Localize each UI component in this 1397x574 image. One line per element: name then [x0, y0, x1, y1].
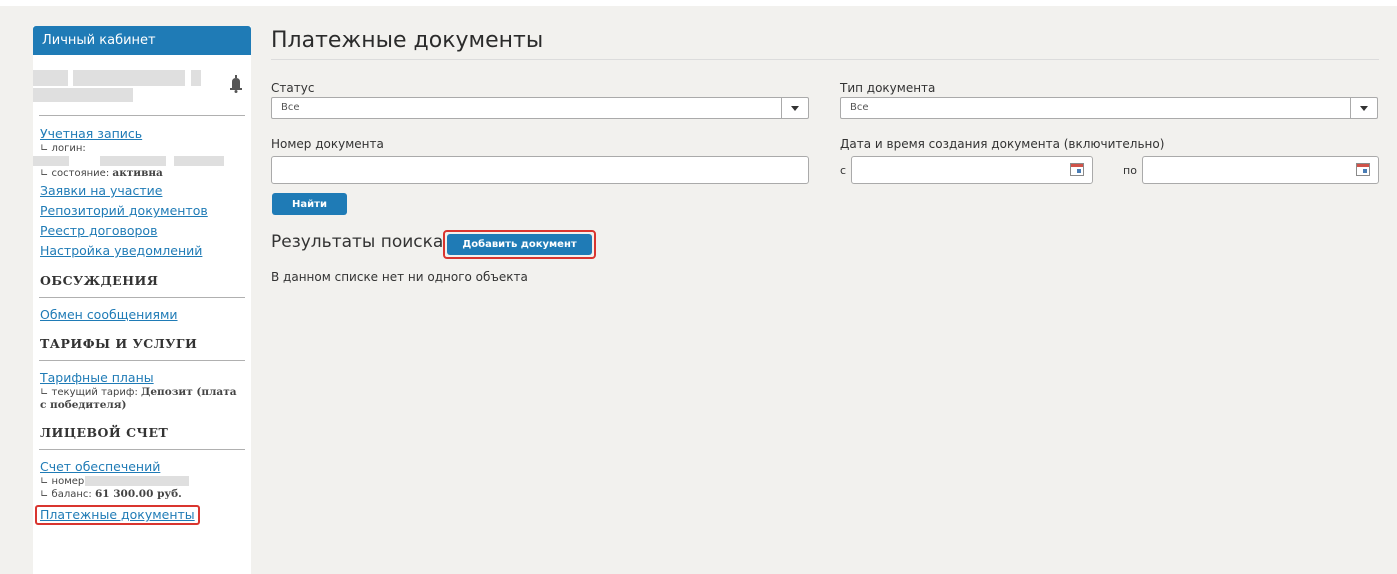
redacted-login — [33, 155, 245, 167]
state-label: ∟ состояние: — [40, 168, 110, 179]
redacted-username — [33, 88, 51, 102]
sidebar-item-applications[interactable]: Заявки на участие — [40, 183, 245, 199]
section-account: ЛИЦЕВОЙ СЧЕТ — [40, 425, 169, 440]
search-button[interactable]: Найти — [272, 193, 347, 215]
sidebar-item-messages[interactable]: Обмен сообщениями — [40, 307, 245, 323]
calendar-icon[interactable] — [1070, 163, 1084, 176]
number-line: ∟ номер: — [40, 475, 245, 488]
main-content: Платежные документы Статус Все Тип докум… — [271, 26, 1379, 284]
balance-line: ∟ баланс: 61 300.00 руб. — [40, 488, 245, 501]
chevron-down-icon[interactable] — [1350, 98, 1377, 118]
status-select-value: Все — [281, 102, 300, 113]
redacted-username — [33, 70, 68, 86]
sidebar-header: Личный кабинет — [33, 26, 251, 55]
bell-icon[interactable] — [230, 75, 242, 93]
current-tariff-line: ∟ текущий тариф: Депозит (плата с победи… — [40, 386, 246, 412]
redacted-username — [191, 70, 201, 86]
title-divider — [271, 59, 1379, 60]
doc-number-label: Номер документа — [271, 137, 384, 151]
section-tariffs: ТАРИФЫ И УСЛУГИ — [40, 336, 198, 351]
redacted-number — [85, 476, 189, 486]
state-value: активна — [112, 167, 163, 179]
page-title: Платежные документы — [271, 28, 544, 53]
number-label: ∟ номер: — [40, 476, 88, 487]
section-discussions: ОБСУЖДЕНИЯ — [40, 273, 159, 288]
date-range-label: Дата и время создания документа (включит… — [840, 137, 1165, 151]
redacted-username — [73, 70, 185, 86]
login-label: ∟ логин: — [40, 143, 86, 154]
date-from-input[interactable] — [851, 156, 1093, 184]
empty-list-message: В данном списке нет ни одного объекта — [271, 270, 528, 284]
sidebar-item-tariff-plans[interactable]: Тарифные планы — [40, 370, 245, 386]
sidebar-item-notifications[interactable]: Настройка уведомлений — [40, 243, 245, 259]
calendar-icon[interactable] — [1356, 163, 1370, 176]
add-document-button[interactable]: Добавить документ — [447, 234, 592, 255]
doc-type-label: Тип документа — [840, 81, 936, 95]
sidebar-item-payment-documents[interactable]: Платежные документы — [35, 505, 200, 525]
state-line: ∟ состояние: активна — [40, 167, 245, 180]
date-to-label: по — [1123, 164, 1137, 177]
add-document-highlight: Добавить документ — [443, 230, 596, 259]
date-to-input[interactable] — [1142, 156, 1379, 184]
date-from-label: с — [840, 164, 847, 177]
results-title: Результаты поиска — [271, 232, 444, 252]
sidebar-item-account[interactable]: Учетная запись — [40, 126, 245, 142]
balance-value: 61 300.00 руб. — [94, 488, 182, 500]
balance-label: ∟ баланс: — [40, 489, 92, 500]
doc-number-input[interactable] — [271, 156, 809, 184]
sidebar: Личный кабинет Учетная запись ∟ логин: ∟… — [33, 26, 251, 574]
doc-type-select-value: Все — [850, 102, 869, 113]
doc-type-select[interactable]: Все — [840, 97, 1378, 119]
top-strip — [0, 0, 1397, 6]
status-select[interactable]: Все — [271, 97, 809, 119]
sidebar-item-repository[interactable]: Репозиторий документов — [40, 203, 245, 219]
status-label: Статус — [271, 81, 315, 95]
redacted-username — [51, 88, 133, 102]
sidebar-item-contracts[interactable]: Реестр договоров — [40, 223, 245, 239]
sidebar-item-deposit-account[interactable]: Счет обеспечений — [40, 459, 245, 475]
chevron-down-icon[interactable] — [781, 98, 808, 118]
current-tariff-label: ∟ текущий тариф: — [40, 387, 138, 398]
user-info — [33, 55, 251, 115]
